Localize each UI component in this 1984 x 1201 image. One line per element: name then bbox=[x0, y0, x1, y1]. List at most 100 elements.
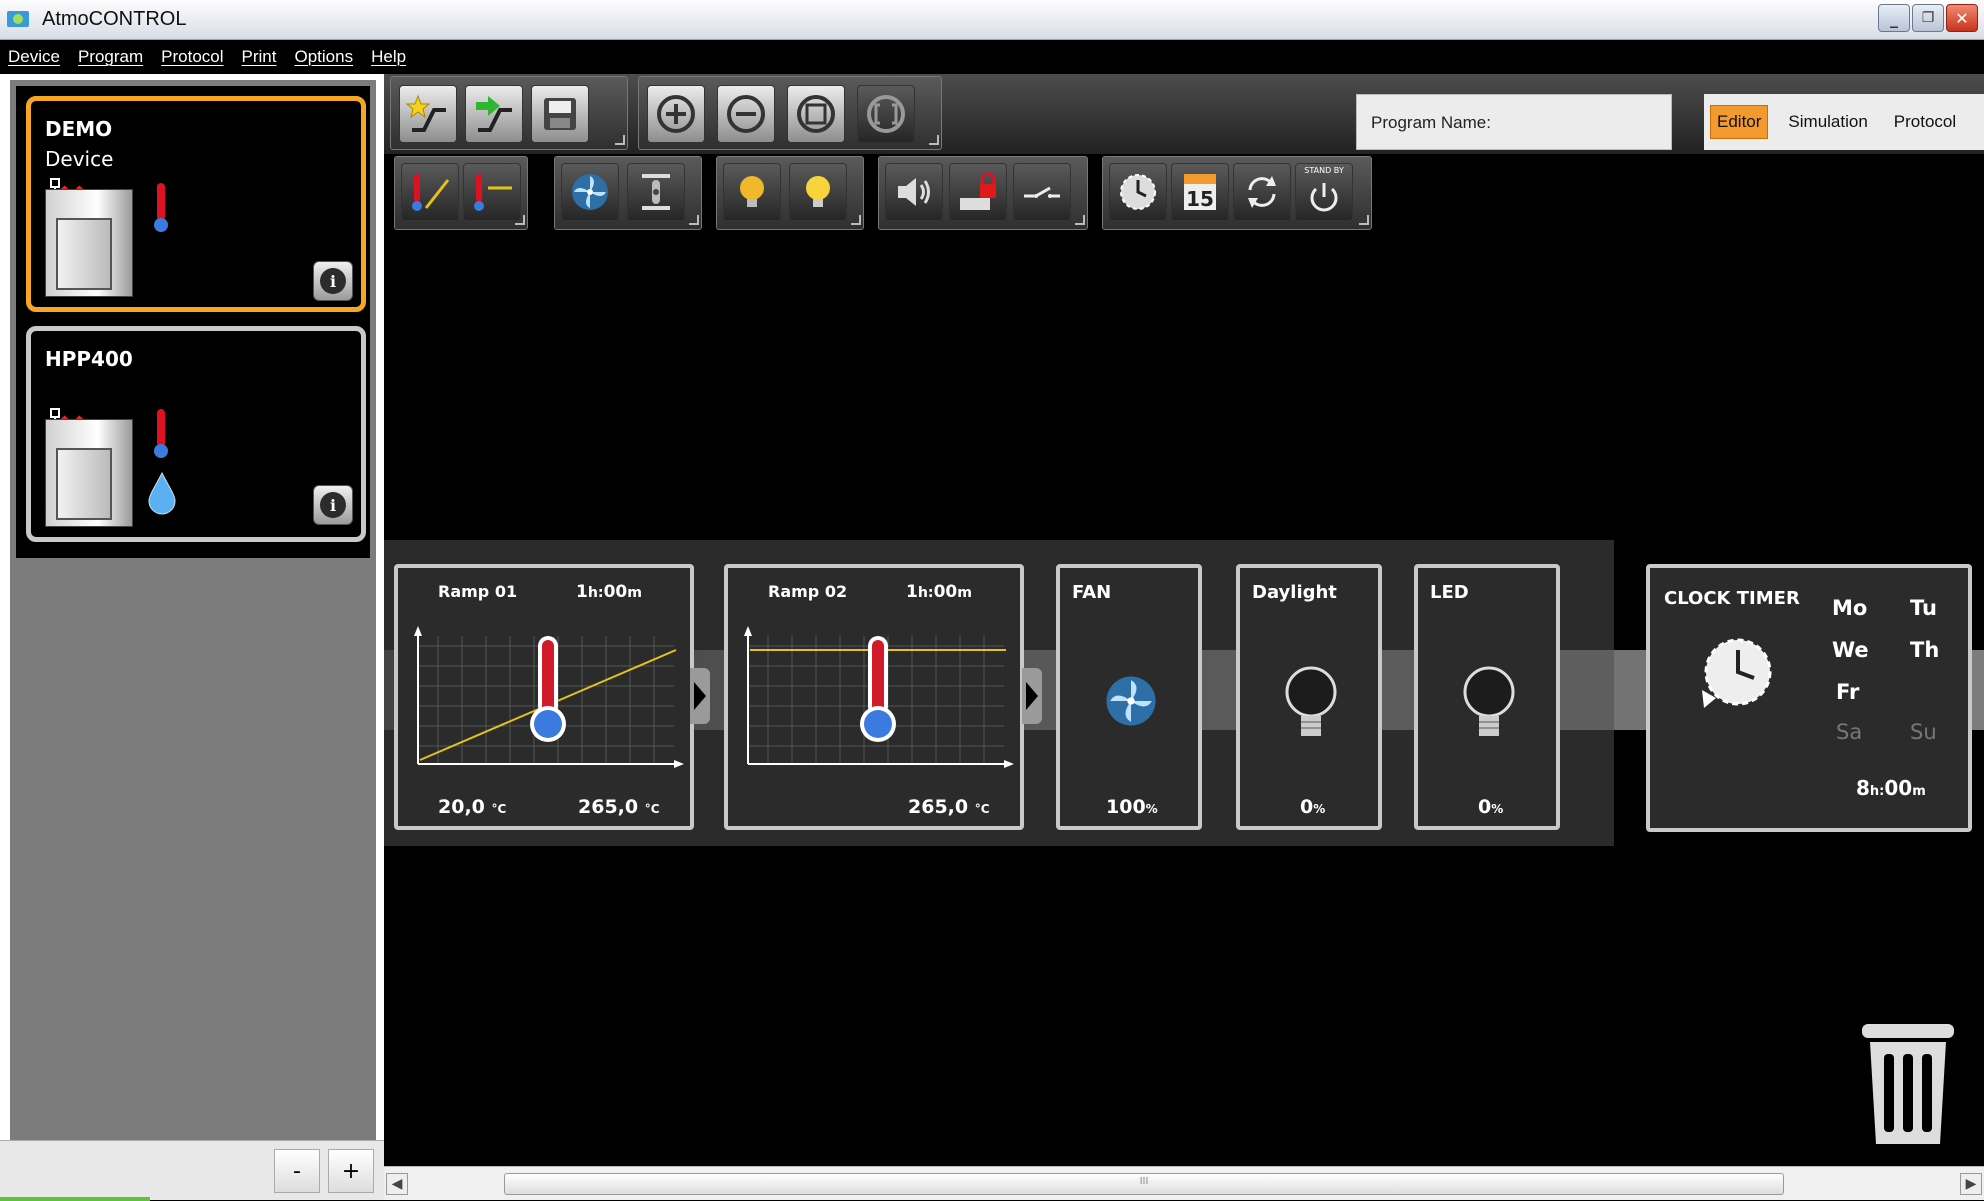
scrollbar-thumb[interactable]: III bbox=[504, 1173, 1784, 1195]
standby-button[interactable]: STAND BY bbox=[1295, 163, 1353, 221]
standby-label: STAND BY bbox=[1304, 166, 1344, 175]
step-led[interactable]: LED 0% bbox=[1414, 564, 1560, 830]
ramp-button[interactable] bbox=[401, 163, 459, 221]
toolbar-group-timing: 15 STAND BY bbox=[1102, 156, 1372, 230]
ramp-end-value: 265,0 °C bbox=[578, 796, 660, 818]
calendar-icon: 15 bbox=[1184, 174, 1216, 211]
step-ramp-02[interactable]: Ramp 02 1h:00m 265,0 °C bbox=[724, 564, 1024, 830]
tab-simulation[interactable]: Simulation bbox=[1782, 106, 1873, 138]
door-lock-button[interactable] bbox=[949, 163, 1007, 221]
tab-protocol[interactable]: Protocol bbox=[1888, 106, 1962, 138]
hold-temperature-button[interactable] bbox=[463, 163, 521, 221]
menu-protocol[interactable]: Protocol bbox=[161, 47, 223, 67]
loop-button[interactable] bbox=[1233, 163, 1291, 221]
chevron-right-icon: ▶ bbox=[1965, 1176, 1977, 1192]
program-name-field[interactable]: Program Name: bbox=[1356, 94, 1672, 150]
day-wednesday[interactable]: We bbox=[1832, 638, 1869, 662]
zoom-out-icon bbox=[727, 95, 765, 133]
remove-device-button[interactable]: - bbox=[274, 1149, 320, 1193]
scroll-right-button[interactable]: ▶ bbox=[1960, 1173, 1982, 1195]
clock-timer-title: CLOCK TIMER bbox=[1664, 588, 1800, 609]
step-label: Daylight bbox=[1252, 582, 1337, 603]
progress-strip bbox=[0, 1197, 150, 1201]
save-program-button[interactable] bbox=[531, 85, 589, 143]
app-icon bbox=[7, 11, 29, 27]
fit-bracket-icon bbox=[867, 95, 905, 133]
menu-program[interactable]: Program bbox=[78, 47, 143, 67]
device-card-hpp400[interactable]: HPP400 i bbox=[26, 326, 366, 542]
scroll-left-button[interactable]: ◀ bbox=[386, 1173, 408, 1195]
lock-icon bbox=[960, 172, 996, 210]
zoom-out-button[interactable] bbox=[717, 85, 775, 143]
trash-icon[interactable] bbox=[1858, 1020, 1958, 1150]
daylight-value: 0% bbox=[1300, 796, 1326, 818]
clock-timer-time: 8h:00m bbox=[1856, 776, 1926, 800]
zoom-in-button[interactable] bbox=[647, 85, 705, 143]
device-sidebar: DEMO Device i HPP400 i - + bbox=[0, 74, 384, 1201]
day-thursday[interactable]: Th bbox=[1910, 638, 1939, 662]
menu-print[interactable]: Print bbox=[242, 47, 277, 67]
step-label: Ramp 01 bbox=[438, 582, 518, 601]
minimize-icon: _ bbox=[1890, 8, 1898, 28]
switch-button[interactable] bbox=[1013, 163, 1071, 221]
led-button[interactable] bbox=[789, 163, 847, 221]
day-tuesday[interactable]: Tu bbox=[1910, 596, 1937, 620]
info-button[interactable]: i bbox=[313, 261, 353, 301]
title-bar: AtmoCONTROL _ ❐ ✕ bbox=[0, 0, 1984, 40]
led-value: 0% bbox=[1478, 796, 1504, 818]
clock-timer-card[interactable]: CLOCK TIMER Mo Tu We Th Fr Sa Su 8h:00m bbox=[1646, 564, 1972, 832]
close-button[interactable]: ✕ bbox=[1946, 4, 1978, 32]
speaker-icon bbox=[898, 178, 930, 206]
save-icon bbox=[544, 98, 576, 130]
power-icon bbox=[1310, 183, 1338, 212]
info-icon: i bbox=[320, 492, 346, 518]
day-monday[interactable]: Mo bbox=[1832, 596, 1867, 620]
tab-editor[interactable]: Editor bbox=[1710, 105, 1769, 139]
led-bulb-icon bbox=[806, 176, 830, 207]
clock-timer-button[interactable] bbox=[1109, 163, 1167, 221]
temperature-hold-icon bbox=[474, 174, 512, 211]
ramp-end-value: 265,0 °C bbox=[908, 796, 990, 818]
toolbar-grip-icon bbox=[515, 215, 525, 225]
add-device-button[interactable]: + bbox=[328, 1149, 374, 1193]
humidity-drop-icon bbox=[148, 471, 176, 515]
loop-icon bbox=[1248, 176, 1276, 208]
restore-button[interactable]: ❐ bbox=[1912, 4, 1944, 32]
day-saturday[interactable]: Sa bbox=[1836, 720, 1862, 744]
menu-device[interactable]: Device bbox=[8, 47, 60, 67]
toolbar-grip-icon bbox=[1359, 215, 1369, 225]
step-duration: 1h:00m bbox=[905, 582, 972, 602]
zoom-fit-button[interactable] bbox=[787, 85, 845, 143]
step-arrow-icon bbox=[1022, 668, 1042, 724]
air-flap-icon bbox=[642, 174, 670, 210]
step-arrow-icon bbox=[690, 668, 710, 724]
temperature-ramp-icon bbox=[412, 174, 450, 211]
device-list: DEMO Device i HPP400 i bbox=[16, 86, 370, 558]
toolbar-group-air bbox=[554, 156, 702, 230]
air-flap-button[interactable] bbox=[627, 163, 685, 221]
minimize-button[interactable]: _ bbox=[1878, 4, 1910, 32]
daylight-button[interactable] bbox=[723, 163, 781, 221]
info-button[interactable]: i bbox=[313, 485, 353, 525]
step-label: LED bbox=[1430, 582, 1469, 603]
menu-options[interactable]: Options bbox=[295, 47, 354, 67]
day-sunday[interactable]: Su bbox=[1910, 720, 1937, 744]
step-fan[interactable]: FAN 100% bbox=[1056, 564, 1202, 830]
calendar-day-text: 15 bbox=[1186, 187, 1214, 211]
menu-help[interactable]: Help bbox=[371, 47, 406, 67]
step-ramp-01[interactable]: Ramp 01 1h:00m 20,0 °C 265,0 °C bbox=[394, 564, 694, 830]
alarm-button[interactable] bbox=[885, 163, 943, 221]
step-daylight[interactable]: Daylight 0% bbox=[1236, 564, 1382, 830]
device-subtitle: Device bbox=[45, 147, 114, 171]
oven-image bbox=[45, 189, 133, 297]
fan-icon bbox=[1106, 676, 1156, 726]
open-program-button[interactable] bbox=[465, 85, 523, 143]
restore-icon: ❐ bbox=[1921, 10, 1935, 26]
new-program-button[interactable] bbox=[399, 85, 457, 143]
zoom-full-button[interactable] bbox=[857, 85, 915, 143]
calendar-button[interactable]: 15 bbox=[1171, 163, 1229, 221]
fan-button[interactable] bbox=[561, 163, 619, 221]
horizontal-scrollbar[interactable]: ◀ III ▶ bbox=[384, 1166, 1984, 1200]
day-friday[interactable]: Fr bbox=[1836, 680, 1859, 704]
device-card-demo[interactable]: DEMO Device i bbox=[26, 96, 366, 312]
